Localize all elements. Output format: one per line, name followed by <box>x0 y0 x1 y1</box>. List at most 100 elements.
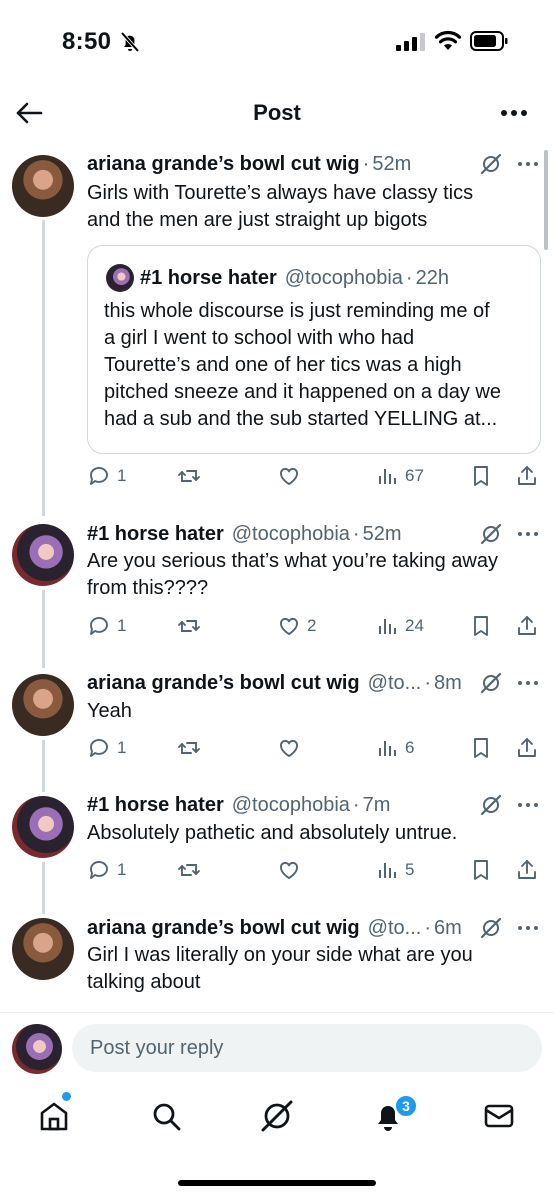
grok-tab-icon[interactable] <box>259 1098 295 1134</box>
home-icon[interactable] <box>36 1098 72 1134</box>
reply-button[interactable]: 1 <box>87 462 126 490</box>
share-button[interactable] <box>515 856 539 884</box>
author-handle[interactable]: @to... <box>368 917 422 940</box>
like-icon <box>280 467 298 485</box>
post-header: #1 horse hater @tocophobia · 7m <box>87 793 391 817</box>
battery-icon <box>470 31 508 51</box>
page-title: Post <box>253 100 301 125</box>
post-actions: 1 67 <box>87 462 539 490</box>
share-icon <box>518 738 536 757</box>
post-header: ariana grande’s bowl cut wig · 52m <box>87 152 412 176</box>
more-icon[interactable] <box>516 679 540 687</box>
views-button[interactable]: 6 <box>375 734 414 762</box>
views-button[interactable]: 67 <box>375 462 424 490</box>
author-handle[interactable]: @to... <box>368 672 422 695</box>
notifications-badge: 3 <box>394 1094 418 1118</box>
status-time: 8:50 <box>62 28 112 55</box>
thread-line <box>42 590 45 668</box>
post-text: Are you serious that’s what you’re takin… <box>87 550 498 599</box>
mail-icon[interactable] <box>481 1098 517 1134</box>
home-unread-dot <box>62 1092 71 1101</box>
views-count: 5 <box>405 860 415 879</box>
reply-input[interactable] <box>72 1024 542 1072</box>
like-button[interactable] <box>277 856 307 884</box>
share-button[interactable] <box>515 612 539 640</box>
bookmark-button[interactable] <box>469 612 493 640</box>
reply-count: 1 <box>117 860 127 879</box>
avatar <box>12 1024 62 1074</box>
like-button[interactable] <box>277 462 307 490</box>
views-icon <box>379 863 396 878</box>
repost-button[interactable] <box>177 612 207 640</box>
repost-icon <box>178 470 200 482</box>
reply-button[interactable]: 1 <box>87 612 126 640</box>
avatar[interactable] <box>12 796 74 858</box>
reply-icon <box>90 739 108 757</box>
quote-header: #1 horse hater @tocophobia · 22h <box>140 266 449 289</box>
reply-button[interactable]: 1 <box>87 856 126 884</box>
search-icon[interactable] <box>148 1098 184 1134</box>
share-button[interactable] <box>515 462 539 490</box>
more-icon[interactable] <box>516 160 540 168</box>
repost-button[interactable] <box>177 462 207 490</box>
reply-icon <box>90 617 108 635</box>
quoted-post[interactable]: #1 horse hater @tocophobia · 22h this wh… <box>87 245 541 454</box>
views-icon <box>379 469 396 484</box>
more-icon[interactable] <box>516 924 540 932</box>
bookmark-button[interactable] <box>469 462 493 490</box>
share-button[interactable] <box>515 734 539 762</box>
like-icon <box>280 739 298 757</box>
author-name[interactable]: ariana grande’s bowl cut wig <box>87 672 360 695</box>
repost-icon <box>178 742 200 754</box>
quote-text: this whole discourse is just reminding m… <box>104 300 501 430</box>
author-name[interactable]: ariana grande’s bowl cut wig <box>87 153 360 176</box>
like-icon <box>280 617 298 635</box>
repost-icon <box>178 864 200 876</box>
avatar <box>106 264 134 292</box>
repost-button[interactable] <box>177 856 207 884</box>
reply-button[interactable]: 1 <box>87 734 126 762</box>
views-count: 6 <box>405 738 415 757</box>
scrollbar[interactable] <box>544 150 548 250</box>
post-time: 52m <box>372 152 412 175</box>
bookmark-button[interactable] <box>469 856 493 884</box>
post-actions: 1 2 24 <box>87 612 539 640</box>
grok-icon[interactable] <box>480 917 502 939</box>
avatar[interactable] <box>12 155 74 217</box>
author-name[interactable]: #1 horse hater <box>87 523 224 546</box>
bookmark-icon <box>474 466 488 486</box>
avatar[interactable] <box>12 674 74 736</box>
bookmark-button[interactable] <box>469 734 493 762</box>
thread-line <box>42 220 45 516</box>
grok-icon[interactable] <box>480 523 502 545</box>
post-text: Girls with Tourette’s always have classy… <box>87 182 474 231</box>
more-icon[interactable] <box>500 108 528 118</box>
avatar[interactable] <box>12 918 74 980</box>
signal-icon <box>396 33 425 51</box>
author-handle[interactable]: @tocophobia <box>232 523 350 546</box>
grok-icon[interactable] <box>480 153 502 175</box>
avatar[interactable] <box>12 524 74 586</box>
bookmark-icon <box>474 738 488 758</box>
like-button[interactable]: 2 <box>277 612 316 640</box>
views-button[interactable]: 5 <box>375 856 414 884</box>
repost-icon <box>178 620 200 632</box>
post-header: ariana grande’s bowl cut wig @to... · 6m <box>87 916 462 940</box>
repost-button[interactable] <box>177 734 207 762</box>
post-time: 6m <box>433 916 462 939</box>
post-time: 52m <box>362 522 402 545</box>
tab-bar <box>0 1088 554 1148</box>
post-header: ariana grande’s bowl cut wig @to... · 8m <box>87 671 462 695</box>
more-icon[interactable] <box>516 530 540 538</box>
author-name[interactable]: ariana grande’s bowl cut wig <box>87 917 360 940</box>
like-button[interactable] <box>277 734 307 762</box>
views-button[interactable]: 24 <box>375 612 424 640</box>
author-handle[interactable]: @tocophobia <box>232 794 350 817</box>
grok-icon[interactable] <box>480 794 502 816</box>
more-icon[interactable] <box>516 801 540 809</box>
like-icon <box>280 861 298 879</box>
reply-count: 1 <box>117 738 127 757</box>
author-name[interactable]: #1 horse hater <box>87 794 224 817</box>
post-time: 7m <box>362 793 391 816</box>
grok-icon[interactable] <box>480 672 502 694</box>
